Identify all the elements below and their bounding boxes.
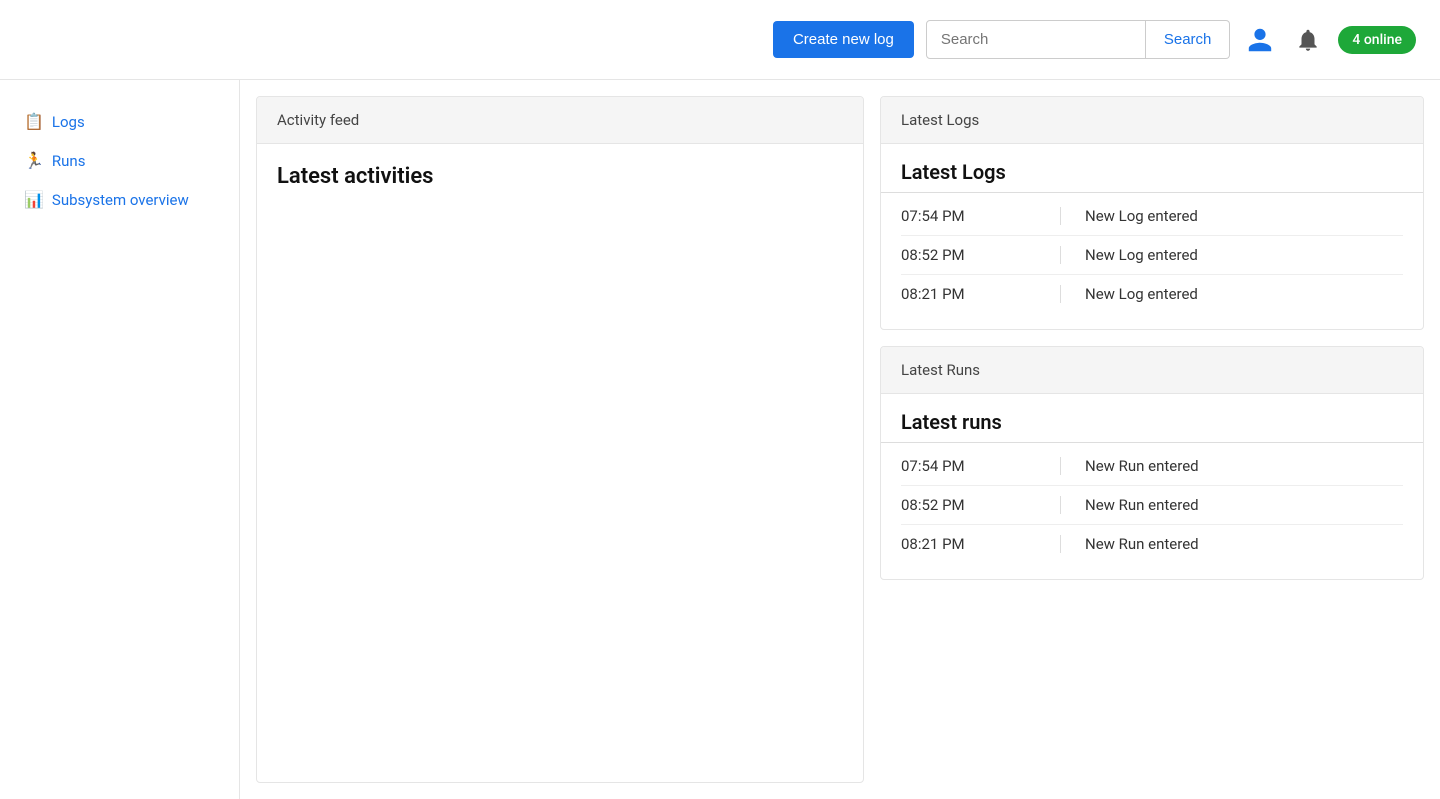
sidebar-label-runs: Runs — [52, 152, 86, 170]
online-badge: 4 online — [1338, 26, 1416, 54]
logs-divider — [881, 192, 1423, 193]
notification-bell-button[interactable] — [1290, 22, 1326, 58]
log-time-1: 07:54 PM — [901, 207, 1061, 225]
user-icon — [1246, 26, 1274, 54]
sidebar-item-logs[interactable]: 📋 Logs — [16, 104, 223, 139]
search-input[interactable] — [926, 20, 1146, 59]
log-message-1: New Log entered — [1061, 207, 1198, 225]
subsystem-icon: 📊 — [24, 190, 44, 209]
sidebar-item-subsystem[interactable]: 📊 Subsystem overview — [16, 182, 223, 217]
log-entry-1: 07:54 PM New Log entered — [901, 197, 1403, 236]
activity-feed-panel: Activity feed Latest activities — [256, 96, 864, 783]
run-entry-3: 08:21 PM New Run entered — [901, 525, 1403, 563]
sidebar-item-runs[interactable]: 🏃 Runs — [16, 143, 223, 178]
right-panels: Latest Logs Latest Logs 07:54 PM New Log… — [880, 80, 1440, 799]
create-new-log-button[interactable]: Create new log — [773, 21, 914, 58]
run-message-2: New Run entered — [1061, 496, 1199, 514]
run-time-1: 07:54 PM — [901, 457, 1061, 475]
activity-feed-body: Latest activities — [257, 144, 863, 225]
activity-feed-title: Latest activities — [277, 164, 843, 189]
search-button[interactable]: Search — [1146, 20, 1231, 59]
sidebar-label-logs: Logs — [52, 113, 85, 131]
run-time-2: 08:52 PM — [901, 496, 1061, 514]
latest-logs-panel-header: Latest Logs — [881, 97, 1423, 144]
log-entry-2: 08:52 PM New Log entered — [901, 236, 1403, 275]
log-message-3: New Log entered — [1061, 285, 1198, 303]
latest-logs-panel: Latest Logs Latest Logs 07:54 PM New Log… — [880, 96, 1424, 330]
run-entry-1: 07:54 PM New Run entered — [901, 447, 1403, 486]
activity-feed-header: Activity feed — [257, 97, 863, 144]
run-time-3: 08:21 PM — [901, 535, 1061, 553]
user-icon-button[interactable] — [1242, 22, 1278, 58]
latest-logs-entries: 07:54 PM New Log entered 08:52 PM New Lo… — [881, 197, 1423, 329]
latest-runs-panel-header: Latest Runs — [881, 347, 1423, 394]
runs-divider — [881, 442, 1423, 443]
run-entry-2: 08:52 PM New Run entered — [901, 486, 1403, 525]
log-time-3: 08:21 PM — [901, 285, 1061, 303]
logs-icon: 📋 — [24, 112, 44, 131]
run-message-3: New Run entered — [1061, 535, 1199, 553]
runs-icon: 🏃 — [24, 151, 44, 170]
log-time-2: 08:52 PM — [901, 246, 1061, 264]
latest-runs-section-title: Latest runs — [881, 394, 1423, 442]
main-content: Activity feed Latest activities Latest L… — [240, 80, 1440, 799]
log-entry-3: 08:21 PM New Log entered — [901, 275, 1403, 313]
bell-icon — [1295, 27, 1321, 53]
main-layout: 📋 Logs 🏃 Runs 📊 Subsystem overview Activ… — [0, 80, 1440, 799]
sidebar: 📋 Logs 🏃 Runs 📊 Subsystem overview — [0, 80, 240, 799]
topbar: Create new log Search 4 online — [0, 0, 1440, 80]
latest-runs-entries: 07:54 PM New Run entered 08:52 PM New Ru… — [881, 447, 1423, 579]
search-container: Search — [926, 20, 1231, 59]
sidebar-label-subsystem: Subsystem overview — [52, 191, 189, 209]
run-message-1: New Run entered — [1061, 457, 1199, 475]
log-message-2: New Log entered — [1061, 246, 1198, 264]
latest-logs-section-title: Latest Logs — [881, 144, 1423, 192]
latest-runs-panel: Latest Runs Latest runs 07:54 PM New Run… — [880, 346, 1424, 580]
